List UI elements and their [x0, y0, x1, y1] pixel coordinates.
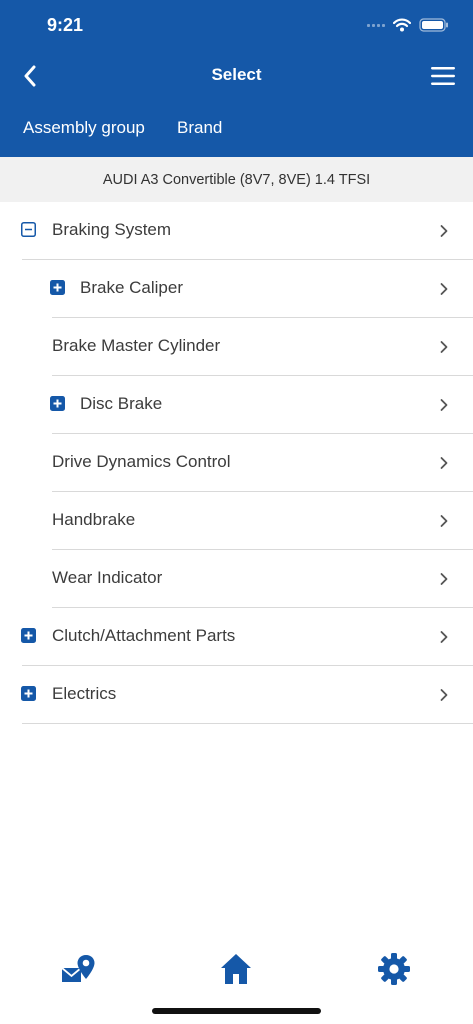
- tree-item-label: Disc Brake: [80, 394, 163, 413]
- tree-item-clutch-attachment-parts[interactable]: Clutch/Attachment Parts: [0, 608, 473, 666]
- page-title: Select: [211, 65, 262, 84]
- tree-item-electrics[interactable]: Electrics: [0, 666, 473, 724]
- cellular-signal-icon: [367, 23, 385, 27]
- tab-assembly-group[interactable]: Assembly group: [23, 118, 145, 138]
- tab-brand[interactable]: Brand: [177, 118, 222, 138]
- tree-item-handbrake[interactable]: Handbrake: [0, 492, 473, 550]
- mail-location-icon: [61, 955, 95, 982]
- app-header: 9:21 Select Assembly group Brand: [0, 0, 473, 157]
- chevron-right-icon: [440, 341, 448, 353]
- home-icon: [221, 954, 251, 984]
- battery-icon: [419, 18, 448, 32]
- expand-icon[interactable]: [21, 686, 36, 701]
- bottom-tab-bar: [0, 935, 473, 1005]
- sub-tabs: Assembly group Brand: [0, 114, 473, 144]
- home-indicator: [152, 1008, 321, 1014]
- status-bar: 9:21: [0, 0, 473, 50]
- chevron-right-icon: [440, 283, 448, 295]
- chevron-right-icon: [440, 457, 448, 469]
- tree-item-brake-master-cylinder[interactable]: Brake Master Cylinder: [0, 318, 473, 376]
- tree-item-wear-indicator[interactable]: Wear Indicator: [0, 550, 473, 608]
- status-time: 9:21: [47, 15, 84, 35]
- tree-item-braking-system[interactable]: Braking System: [0, 202, 473, 260]
- assembly-tree: Braking System Brake Caliper Brake Master …: [0, 202, 473, 724]
- chevron-right-icon: [440, 399, 448, 411]
- expand-icon[interactable]: [50, 280, 65, 295]
- vehicle-label: AUDI A3 Convertible (8V7, 8VE) 1.4 TFSI: [0, 157, 473, 202]
- expand-icon[interactable]: [21, 628, 36, 643]
- tree-item-brake-caliper[interactable]: Brake Caliper: [0, 260, 473, 318]
- chevron-right-icon: [440, 689, 448, 701]
- tree-item-label: Handbrake: [52, 510, 136, 529]
- tab-contact[interactable]: [58, 949, 98, 989]
- divider: [22, 723, 473, 724]
- tree-item-label: Drive Dynamics Control: [52, 452, 231, 471]
- tree-item-label: Brake Caliper: [80, 278, 183, 297]
- tree-item-label: Wear Indicator: [52, 568, 163, 587]
- tab-settings[interactable]: [374, 949, 414, 989]
- tree-item-drive-dynamics-control[interactable]: Drive Dynamics Control: [0, 434, 473, 492]
- gear-icon: [378, 953, 410, 985]
- tree-item-label: Brake Master Cylinder: [52, 336, 221, 355]
- chevron-right-icon: [440, 515, 448, 527]
- collapse-icon[interactable]: [21, 222, 36, 237]
- status-indicators: [367, 16, 449, 34]
- wifi-icon: [393, 18, 411, 32]
- tree-item-label: Clutch/Attachment Parts: [52, 626, 236, 645]
- tab-home[interactable]: [216, 949, 256, 989]
- expand-icon[interactable]: [50, 396, 65, 411]
- tree-item-disc-brake[interactable]: Disc Brake: [0, 376, 473, 434]
- chevron-right-icon: [440, 225, 448, 237]
- chevron-right-icon: [440, 631, 448, 643]
- hamburger-menu-icon: [431, 67, 455, 85]
- chevron-right-icon: [440, 573, 448, 585]
- tree-item-label: Electrics: [52, 684, 117, 703]
- menu-button[interactable]: [427, 61, 459, 91]
- tree-item-label: Braking System: [52, 220, 172, 239]
